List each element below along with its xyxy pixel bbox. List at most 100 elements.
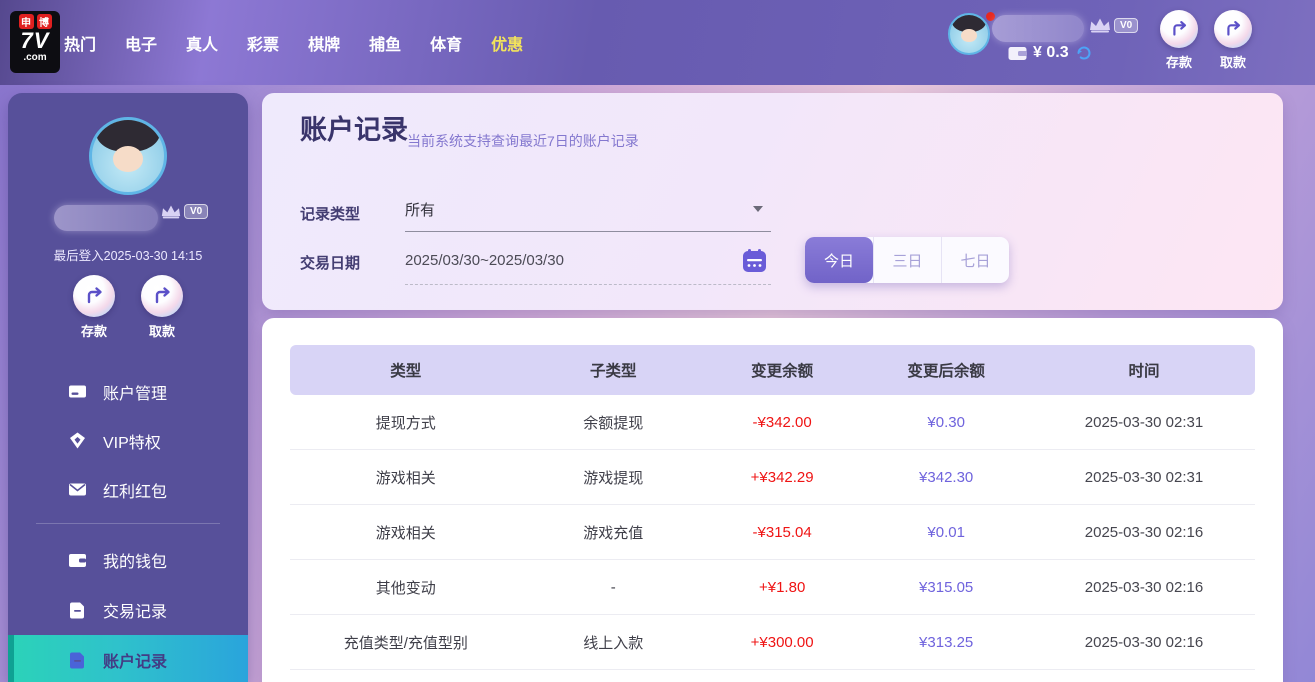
range-tab[interactable]: 今日 bbox=[805, 237, 873, 283]
logo-badge-right: 博 bbox=[36, 14, 52, 29]
page-title: 账户记录 bbox=[300, 115, 408, 145]
nav-menu-item[interactable]: 电子 bbox=[125, 31, 157, 55]
cell-subtype: 线上入款 bbox=[583, 634, 644, 652]
main-nav: 热门 电子 真人 彩票 棋牌 捕鱼 体育 优惠 bbox=[64, 0, 523, 85]
top-navbar: 申 博 7V .com 热门 电子 真人 彩票 棋牌 捕鱼 体育 优惠 V0 ¥… bbox=[0, 0, 1315, 85]
range-tab[interactable]: 三日 bbox=[873, 237, 941, 283]
wallet-icon bbox=[1008, 46, 1027, 60]
balance-row: ¥ 0.3 bbox=[1008, 44, 1093, 62]
nav-menu-item[interactable]: 热门 bbox=[64, 31, 96, 55]
cell-after-balance: ¥315.05 bbox=[919, 578, 974, 596]
logo-name: 7V bbox=[20, 28, 50, 53]
nav-menu-item[interactable]: 棋牌 bbox=[308, 31, 340, 55]
nav-menu-item[interactable]: 真人 bbox=[186, 31, 218, 55]
refresh-icon[interactable] bbox=[1075, 44, 1093, 62]
nav-menu-item[interactable]: 彩票 bbox=[247, 31, 279, 55]
red-packet-icon bbox=[68, 480, 87, 499]
range-tab[interactable]: 七日 bbox=[941, 237, 1009, 283]
sidebar-menu-label: 我的钱包 bbox=[103, 554, 168, 571]
sidebar-vip-level: V0 bbox=[160, 204, 209, 219]
logo-badges: 申 博 bbox=[18, 14, 52, 29]
sidebar-menu-item[interactable]: 账户记录 bbox=[8, 635, 248, 682]
sidebar-menu-item[interactable]: 红利红包 bbox=[8, 465, 248, 514]
table-row: 游戏相关 游戏提现 +¥342.29 ¥342.30 2025-03-30 02… bbox=[290, 450, 1255, 505]
sidebar-quick-action[interactable]: 取款 bbox=[141, 275, 183, 340]
account-card-icon bbox=[68, 382, 87, 401]
nav-menu-item[interactable]: 优惠 bbox=[491, 31, 523, 55]
cell-subtype: 游戏充值 bbox=[583, 524, 644, 542]
table-row: 提现方式 余额提现 -¥342.00 ¥0.30 2025-03-30 02:3… bbox=[290, 395, 1255, 450]
sidebar-menu-item[interactable]: 账户管理 bbox=[8, 367, 248, 416]
record-type-select[interactable]: 所有 bbox=[405, 192, 771, 232]
cell-subtype: 余额提现 bbox=[583, 414, 644, 432]
table-header-cell: 子类型 bbox=[590, 363, 637, 380]
table-header-cell: 变更余额 bbox=[751, 363, 814, 380]
cell-time: 2025-03-30 02:16 bbox=[1084, 523, 1204, 541]
table-header-cell: 类型 bbox=[390, 363, 422, 380]
withdraw-icon bbox=[1214, 10, 1252, 48]
sidebar-menu-primary: 账户管理 VIP特权 红利红包 bbox=[8, 367, 248, 514]
sidebar-quick-action[interactable]: 存款 bbox=[73, 275, 115, 340]
table-header-cell: 变更后余额 bbox=[907, 363, 985, 380]
deposit-icon bbox=[1160, 10, 1198, 48]
cell-type: 充值类型/充值型别 bbox=[343, 634, 468, 652]
crown-icon bbox=[161, 205, 181, 219]
account-doc-icon bbox=[68, 651, 87, 670]
navbar-action[interactable]: 取款 bbox=[1214, 10, 1252, 71]
cell-after-balance: ¥342.30 bbox=[919, 468, 974, 486]
page-subtitle: 当前系统支持查询最近7日的账户记录 bbox=[407, 133, 639, 149]
sidebar-menu-label: 账户管理 bbox=[103, 385, 168, 403]
chevron-down-icon bbox=[753, 206, 763, 212]
cell-after-balance: ¥0.01 bbox=[927, 523, 965, 541]
record-type-label: 记录类型 bbox=[300, 206, 361, 223]
cell-after-balance: ¥313.25 bbox=[919, 633, 974, 651]
action-label: 存款 bbox=[1165, 55, 1192, 70]
deposit-icon bbox=[73, 275, 115, 317]
table-header-row: 类型 子类型 变更余额 变更后余额 时间 bbox=[290, 345, 1255, 395]
cell-type: 提现方式 bbox=[375, 414, 436, 432]
sidebar-username-blurred bbox=[54, 205, 158, 231]
sidebar-menu-label: VIP特权 bbox=[103, 434, 161, 452]
date-range-value: 2025/03/30~2025/03/30 bbox=[405, 252, 564, 269]
action-label: 取款 bbox=[1219, 55, 1246, 70]
navbar-actions: 存款 取款 bbox=[1160, 10, 1252, 71]
vip-badge: V0 bbox=[184, 204, 209, 219]
cell-change-amount: +¥300.00 bbox=[750, 633, 814, 651]
wallet-icon bbox=[68, 551, 87, 570]
record-type-value: 所有 bbox=[405, 202, 436, 219]
sidebar-menu-item[interactable]: 交易记录 bbox=[8, 585, 248, 635]
calendar-icon[interactable] bbox=[742, 248, 767, 278]
cell-change-amount: +¥342.29 bbox=[750, 468, 814, 486]
vip-level: V0 bbox=[1088, 17, 1139, 33]
records-table: 类型 子类型 变更余额 变更后余额 时间 提现方式 余额提现 -¥342.00 … bbox=[290, 345, 1255, 670]
sidebar-menu-item[interactable]: 我的钱包 bbox=[8, 535, 248, 585]
date-range-input[interactable]: 2025/03/30~2025/03/30 bbox=[405, 243, 771, 285]
filters-panel: 账户记录 当前系统支持查询最近7日的账户记录 记录类型 所有 交易日期 2025… bbox=[262, 93, 1283, 310]
sidebar-menu-label: 红利红包 bbox=[103, 483, 168, 501]
table-header-cell: 时间 bbox=[1128, 363, 1160, 380]
sidebar-menu-label: 账户记录 bbox=[103, 654, 168, 671]
sidebar: V0 最后登入2025-03-30 14:15 存款 取款 账户管理 VIP特权… bbox=[8, 93, 248, 682]
logo-badge-left: 申 bbox=[18, 14, 34, 29]
nav-menu-item[interactable]: 体育 bbox=[430, 31, 462, 55]
cell-after-balance: ¥0.30 bbox=[927, 413, 965, 431]
withdraw-icon bbox=[141, 275, 183, 317]
user-avatar[interactable] bbox=[948, 13, 990, 55]
navbar-action[interactable]: 存款 bbox=[1160, 10, 1198, 71]
transaction-doc-icon bbox=[68, 601, 87, 620]
logo-tld: .com bbox=[23, 52, 47, 63]
cell-change-amount: -¥315.04 bbox=[752, 523, 812, 541]
sidebar-menu-label: 交易记录 bbox=[103, 604, 168, 621]
sidebar-menu-item[interactable]: VIP特权 bbox=[8, 416, 248, 465]
vip-gem-icon bbox=[68, 431, 87, 450]
cell-type: 游戏相关 bbox=[375, 469, 436, 487]
site-logo[interactable]: 申 博 7V .com bbox=[10, 11, 60, 73]
sidebar-user-avatar[interactable] bbox=[89, 117, 167, 195]
username-blurred bbox=[992, 15, 1084, 42]
records-panel: 类型 子类型 变更余额 变更后余额 时间 提现方式 余额提现 -¥342.00 … bbox=[262, 318, 1283, 682]
cell-change-amount: +¥1.80 bbox=[758, 578, 806, 596]
table-row: 充值类型/充值型别 线上入款 +¥300.00 ¥313.25 2025-03-… bbox=[290, 615, 1255, 670]
cell-subtype: - bbox=[610, 578, 616, 596]
cell-type: 其他变动 bbox=[375, 579, 436, 597]
nav-menu-item[interactable]: 捕鱼 bbox=[369, 31, 401, 55]
